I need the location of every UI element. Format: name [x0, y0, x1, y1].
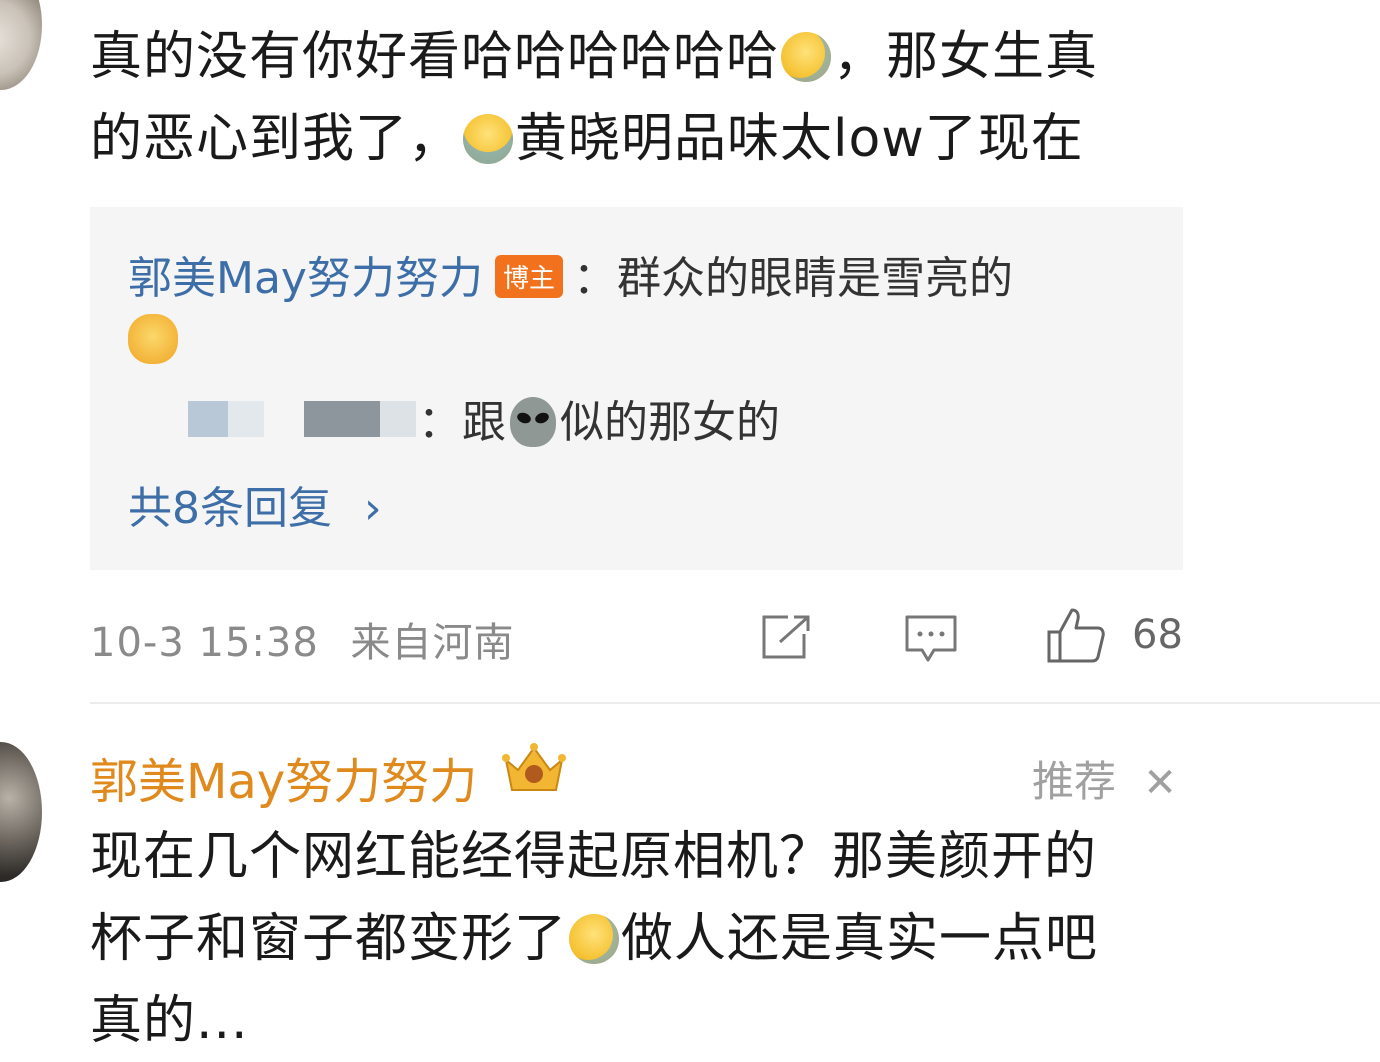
laugh-cry-emoji-icon [781, 32, 832, 82]
reply-text: 跟 [462, 397, 506, 448]
share-button[interactable] [760, 614, 812, 660]
comment-text-segment: 杯子和窗子都变形了 [90, 909, 568, 969]
reply-item: ：跟 似的那女的 [128, 386, 780, 450]
divider [90, 702, 1380, 704]
chevron-right-icon: › [363, 483, 382, 534]
comment-text: 真的没有你好看哈哈哈哈哈哈 ，那女生真 的恶心到我了， 黄晓明品味太low了现在 [90, 16, 1098, 180]
user-avatar[interactable] [0, 0, 42, 90]
comment-text-segment: 的恶心到我了， [90, 109, 462, 169]
laugh-cry-emoji-icon [569, 914, 620, 964]
reply-item: 郭美May努力努力 博主 ：群众的眼睛是雪亮的 [128, 242, 1013, 306]
comment-text-segment: 真的... [90, 991, 249, 1051]
comment-button[interactable] [904, 614, 958, 664]
alien-emoji-icon [510, 397, 556, 447]
crown-badge-icon [502, 742, 566, 794]
thumbs-up-icon [1047, 608, 1105, 663]
comment-text-segment: 现在几个网红能经得起原相机？那美颜开的 [90, 827, 1098, 887]
share-icon [762, 615, 810, 659]
hamster-emoji-icon [128, 314, 178, 364]
reply-separator: ： [418, 397, 462, 448]
comment-meta: 10-3 15:38 来自河南 [90, 610, 515, 668]
comment-text-segment: 真的没有你好看哈哈哈哈哈哈 [90, 27, 780, 87]
timestamp: 10-3 15:38 [90, 620, 319, 666]
more-replies-label: 共8条回复 [128, 483, 346, 534]
blogger-badge: 博主 [494, 255, 563, 298]
view-more-replies-link[interactable]: 共8条回复 › [128, 472, 382, 536]
comment-text-segment: ，那女生真 [833, 27, 1099, 87]
reply-author-name[interactable]: 郭美May努力努力 [128, 253, 483, 304]
crying-emoji-icon [463, 114, 514, 164]
reply-separator: ： [572, 253, 617, 304]
comment-text-segment: 黄晓明品味太low了现在 [515, 109, 1084, 169]
like-count: 68 [1132, 612, 1183, 658]
location-label: 来自河南 [350, 620, 515, 666]
user-avatar[interactable] [0, 742, 42, 882]
comment-text-segment: 做人还是真实一点吧 [621, 909, 1099, 969]
blurred-username[interactable] [128, 401, 418, 443]
comment-icon [905, 615, 957, 662]
close-icon[interactable]: ✕ [1143, 760, 1177, 806]
recommend-tag: 推荐 ✕ [1032, 748, 1177, 809]
like-button[interactable] [1046, 606, 1106, 664]
recommend-label: 推荐 [1032, 757, 1117, 806]
reply-text: 似的那女的 [560, 397, 780, 448]
comment-author-name[interactable]: 郭美May努力努力 [90, 742, 477, 812]
comment-text: 现在几个网红能经得起原相机？那美颜开的 杯子和窗子都变形了 做人还是真实一点吧 真… [90, 816, 1098, 1062]
reply-text: 群众的眼睛是雪亮的 [616, 253, 1013, 304]
